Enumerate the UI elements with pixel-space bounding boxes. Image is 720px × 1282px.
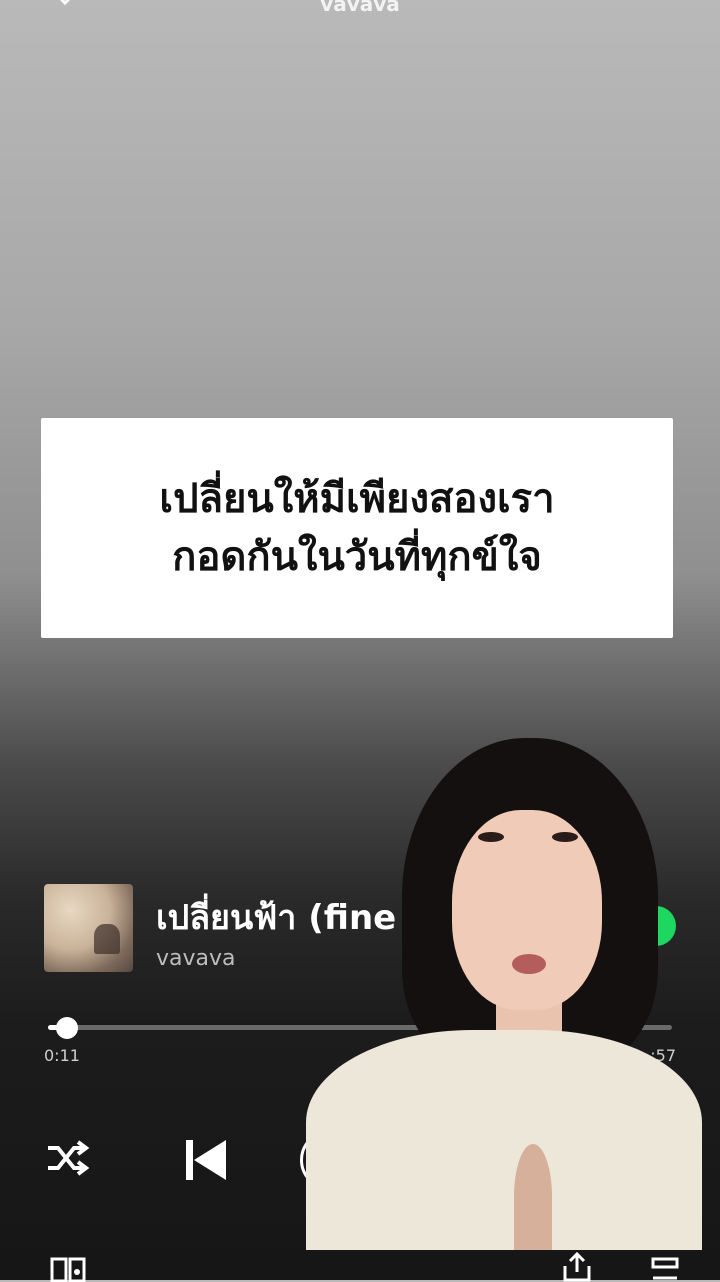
creator-video-overlay — [306, 738, 702, 1250]
lyrics-line: กอดกันในวันที่ทุกข์ใจ — [172, 534, 542, 580]
lyrics-line: เปลี่ยนให้มีเพียงสองเรา — [159, 476, 555, 522]
artist-name[interactable]: vavava — [156, 946, 236, 971]
progress-knob[interactable] — [56, 1017, 78, 1039]
album-art[interactable] — [44, 884, 133, 972]
time-elapsed: 0:11 — [44, 1046, 80, 1065]
previous-icon[interactable] — [184, 1138, 228, 1182]
lyrics-card: เปลี่ยนให้มีเพียงสองเรา กอดกันในวันที่ทุ… — [41, 418, 673, 638]
queue-icon[interactable] — [650, 1256, 680, 1282]
page-title: vavava — [320, 0, 400, 16]
share-icon[interactable] — [562, 1252, 592, 1282]
shuffle-icon[interactable] — [44, 1138, 90, 1178]
devices-icon[interactable] — [50, 1256, 86, 1282]
